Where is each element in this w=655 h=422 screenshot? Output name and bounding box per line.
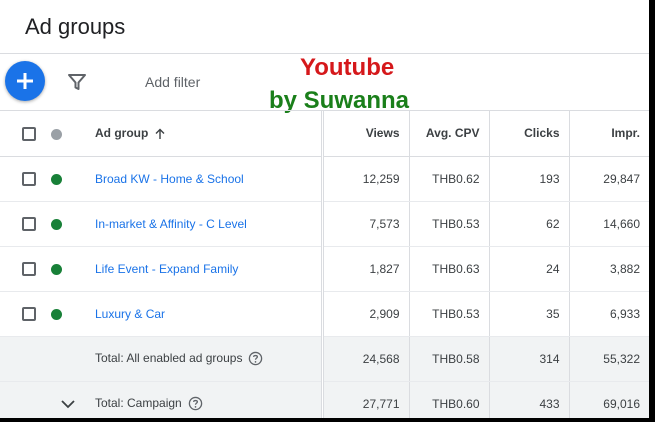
avg-cpv-cell: THB0.53 [408, 201, 489, 247]
avg-cpv-cell: THB0.62 [408, 156, 489, 202]
views-cell: 2,909 [322, 291, 409, 337]
sort-arrow-up-icon [155, 128, 165, 140]
add-icon [17, 73, 33, 89]
views-header[interactable]: Views [322, 111, 409, 157]
enabled-status-icon[interactable] [51, 308, 62, 320]
total-clicks-cell: 314 [488, 336, 569, 382]
total-views-cell: 24,568 [322, 336, 409, 382]
table-row: Broad KW - Home & School 12,259 THB0.62 … [0, 156, 649, 202]
avg-cpv-header[interactable]: Avg. CPV [408, 111, 489, 157]
table-header-row: Ad group Views Avg. CPV Clicks Impr. [0, 111, 649, 157]
add-button[interactable] [5, 61, 45, 101]
title-bar: Ad groups [0, 0, 649, 54]
select-all-cell [0, 111, 48, 157]
total-clicks-cell: 433 [488, 381, 569, 418]
ad-groups-page: Ad groups Add filter Youtube by Suwanna … [0, 0, 649, 418]
avg-cpv-cell: THB0.53 [408, 291, 489, 337]
ad-group-header[interactable]: Ad group [95, 111, 324, 157]
avg-cpv-cell: THB0.63 [408, 246, 489, 292]
total-avg-cpv-cell: THB0.58 [408, 336, 489, 382]
ad-group-header-label: Ad group [95, 126, 149, 141]
views-cell: 1,827 [322, 246, 409, 292]
clicks-cell: 193 [488, 156, 569, 202]
help-icon[interactable] [248, 351, 263, 366]
ad-group-link[interactable]: Broad KW - Home & School [95, 172, 244, 186]
impr-cell: 14,660 [568, 201, 649, 247]
ad-groups-table: Ad group Views Avg. CPV Clicks Impr. Bro… [0, 111, 649, 418]
ad-group-link[interactable]: Life Event - Expand Family [95, 262, 238, 276]
table-row: In-market & Affinity - C Level 7,573 THB… [0, 201, 649, 247]
views-cell: 12,259 [322, 156, 409, 202]
status-header [48, 111, 95, 157]
total-views-cell: 27,771 [322, 381, 409, 418]
ad-group-link[interactable]: In-market & Affinity - C Level [95, 217, 247, 231]
clicks-cell: 35 [488, 291, 569, 337]
total-label: Total: All enabled ad groups [95, 350, 243, 365]
enabled-status-icon[interactable] [51, 218, 62, 230]
clicks-cell: 62 [488, 201, 569, 247]
clicks-header[interactable]: Clicks [488, 111, 569, 157]
enabled-status-icon[interactable] [51, 173, 62, 185]
total-row-enabled: Total: All enabled ad groups 24,568 THB0… [0, 336, 649, 382]
table-row: Life Event - Expand Family 1,827 THB0.63… [0, 246, 649, 292]
page-title: Ad groups [25, 14, 126, 39]
impr-cell: 29,847 [568, 156, 649, 202]
row-checkbox[interactable] [22, 261, 36, 276]
total-label: Total: Campaign [95, 395, 182, 410]
row-checkbox[interactable] [22, 171, 36, 186]
help-icon[interactable] [188, 396, 203, 411]
total-impr-cell: 55,322 [568, 336, 649, 382]
clicks-cell: 24 [488, 246, 569, 292]
views-cell: 7,573 [322, 201, 409, 247]
impr-cell: 6,933 [568, 291, 649, 337]
add-filter-button[interactable]: Add filter [145, 74, 200, 90]
impr-cell: 3,882 [568, 246, 649, 292]
table-row: Luxury & Car 2,909 THB0.53 35 6,933 [0, 291, 649, 337]
row-checkbox[interactable] [22, 306, 36, 321]
ad-group-link[interactable]: Luxury & Car [95, 307, 165, 321]
total-row-campaign: Total: Campaign 27,771 THB0.60 433 69,01… [0, 381, 649, 418]
watermark-line-1: Youtube [300, 54, 395, 81]
chevron-down-icon[interactable] [60, 398, 76, 410]
select-all-checkbox[interactable] [22, 126, 36, 141]
status-dot-icon [51, 128, 62, 140]
impr-header[interactable]: Impr. [568, 111, 649, 157]
total-avg-cpv-cell: THB0.60 [408, 381, 489, 418]
filter-icon[interactable] [67, 72, 87, 92]
enabled-status-icon[interactable] [51, 263, 62, 275]
row-checkbox[interactable] [22, 216, 36, 231]
total-impr-cell: 69,016 [568, 381, 649, 418]
